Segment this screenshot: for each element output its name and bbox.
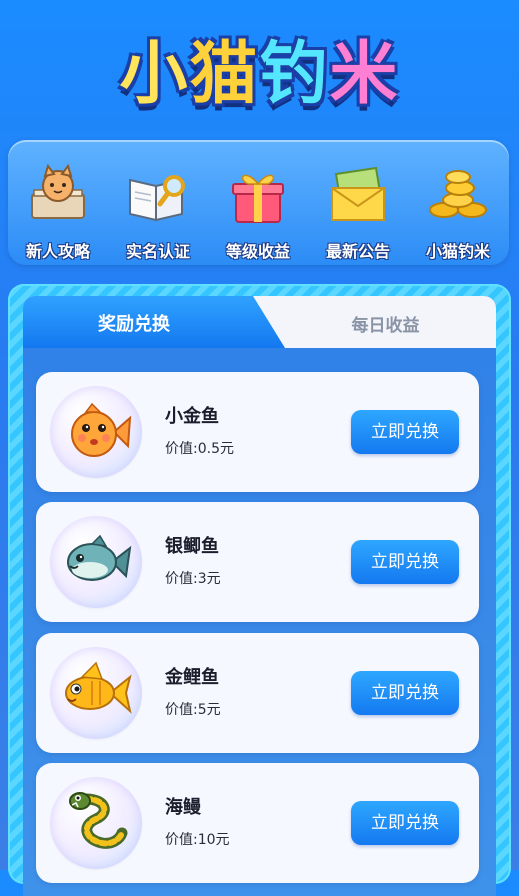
book-magnifier-icon xyxy=(129,175,185,222)
reward-item-golden-carp: 金鲤鱼 价值:5元 立即兑换 xyxy=(36,633,479,753)
logo-char-1: 小 xyxy=(119,35,190,114)
exchange-now-button[interactable]: 立即兑换 xyxy=(351,801,459,845)
reward-name: 小金鱼 xyxy=(165,406,219,427)
reward-value: 价值:0.5元 xyxy=(165,441,234,457)
menu-item-real-name-verification[interactable]: 实名认证 xyxy=(108,158,208,261)
gift-box-icon xyxy=(232,174,284,223)
reward-bubble xyxy=(50,386,142,478)
menu-label: 最新公告 xyxy=(325,242,390,261)
menu-label: 实名认证 xyxy=(125,242,190,261)
silver-carp-icon xyxy=(67,534,132,581)
reward-bubble xyxy=(50,647,142,739)
eel-icon xyxy=(69,792,128,849)
exchange-now-button[interactable]: 立即兑换 xyxy=(351,540,459,584)
app-logo: 小猫钓米 xyxy=(0,0,519,130)
cat-guidebook-icon xyxy=(31,164,85,219)
reward-bubble xyxy=(50,777,142,869)
tab-bar: 奖励兑换 每日收益 xyxy=(23,296,496,348)
exchange-now-button[interactable]: 立即兑换 xyxy=(351,410,459,454)
golden-carp-icon xyxy=(65,661,132,714)
quick-menu: 新人攻略 实名认证 等级收益 最新公告 小猫钓米 xyxy=(8,140,509,265)
menu-item-newbie-guide[interactable]: 新人攻略 xyxy=(8,158,108,261)
reward-item-goldfish: 小金鱼 价值:0.5元 立即兑换 xyxy=(36,372,479,492)
tab-daily-earnings[interactable]: 每日收益 xyxy=(285,311,496,336)
menu-item-latest-announcement[interactable]: 最新公告 xyxy=(308,158,408,261)
reward-value: 价值:10元 xyxy=(165,832,230,848)
logo-char-4: 米 xyxy=(329,35,400,114)
logo-char-3: 钓 xyxy=(259,35,330,114)
tab-reward-exchange-label[interactable]: 奖励兑换 xyxy=(23,310,285,336)
menu-item-xiaomao-diaomi[interactable]: 小猫钓米 xyxy=(408,158,508,261)
goldfish-icon xyxy=(71,402,132,457)
reward-value: 价值:3元 xyxy=(165,571,221,587)
menu-label: 新人攻略 xyxy=(25,242,90,261)
exchange-panel: 奖励兑换 每日收益 小金鱼 价值:0.5元 立即兑换 银鲫鱼 价值:3元 立即兑… xyxy=(8,284,511,896)
reward-item-silver-carp: 银鲫鱼 价值:3元 立即兑换 xyxy=(36,502,479,622)
envelope-icon xyxy=(331,166,385,221)
reward-name: 金鲤鱼 xyxy=(165,667,219,688)
exchange-panel-body: 奖励兑换 每日收益 小金鱼 价值:0.5元 立即兑换 银鲫鱼 价值:3元 立即兑… xyxy=(23,296,496,896)
logo-title: 小猫钓米 xyxy=(0,18,519,117)
menu-label: 小猫钓米 xyxy=(425,242,490,261)
reward-name: 海鳗 xyxy=(165,797,201,818)
reward-value: 价值:5元 xyxy=(165,702,221,718)
reward-name: 银鲫鱼 xyxy=(165,536,219,557)
gold-coins-icon xyxy=(429,170,487,218)
menu-item-level-earnings[interactable]: 等级收益 xyxy=(208,158,308,261)
reward-item-eel: 海鳗 价值:10元 立即兑换 xyxy=(36,763,479,883)
reward-bubble xyxy=(50,516,142,608)
exchange-now-button[interactable]: 立即兑换 xyxy=(351,671,459,715)
logo-char-2: 猫 xyxy=(189,35,260,114)
menu-label: 等级收益 xyxy=(225,242,290,261)
